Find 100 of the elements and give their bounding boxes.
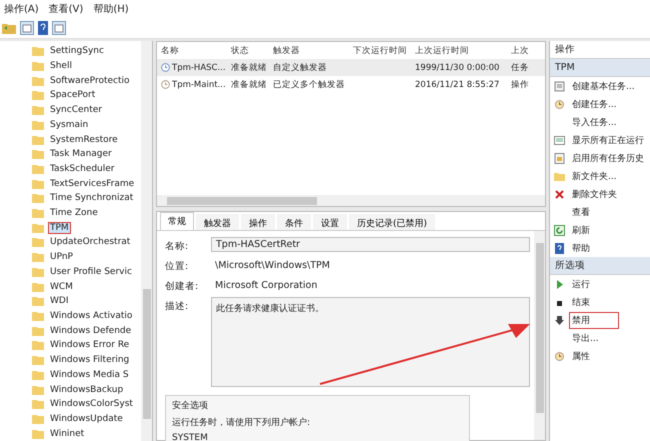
action-item[interactable]: 禁用 [569,312,619,328]
group-title: 安全选项 [172,400,209,412]
tree-item[interactable]: SettingSync [48,45,106,58]
folder-icon [32,120,44,130]
tree-item[interactable]: SoftwareProtectio [48,74,132,87]
tree-item[interactable]: UpdateOrchestrat [48,236,132,248]
table-cell-text: 自定义触发器 [273,62,328,74]
column-header[interactable]: 名称 [161,44,231,56]
scrollbar[interactable] [157,195,545,206]
tree-item[interactable]: TextServicesFrame [48,178,136,190]
tree-item[interactable]: WindowsColorSyst [48,398,135,410]
field-label: 描述: [165,300,190,313]
tree-item[interactable]: User Profile Servic [48,266,134,278]
name-field[interactable]: Tpm-HASCertRetr [211,237,530,252]
scrollbar[interactable] [534,231,545,440]
column-header[interactable]: 触发器 [273,44,353,56]
action-item[interactable]: 导出... [569,330,602,346]
folder-icon [554,170,565,182]
task-row[interactable]: Tpm-HASC... 准备就绪 自定义触发器 1999/11/30 0:00:00 任务 [157,59,545,76]
tree-item[interactable]: SyncCenter [48,104,104,116]
tree-item[interactable]: WindowsBackup [48,384,126,396]
folder-icon [32,61,44,72]
task-row[interactable]: Tpm-Maint... 准备就绪 已定义多个触发器 2016/11/21 8:55:27 操作 [157,76,545,93]
action-item[interactable]: 查看 [569,204,593,220]
tree-item[interactable]: UPnP [48,251,75,264]
menu-item[interactable]: 帮助(H) [93,2,129,16]
tree-item[interactable]: TPM [48,222,71,234]
action-item[interactable]: 运行 [569,276,593,292]
table-cell-text: 1999/11/30 0:00:00 [415,62,500,72]
window-icon[interactable] [20,21,34,35]
column-header[interactable]: 上次 [511,44,541,56]
menu-item[interactable]: 查看(V) [48,2,84,16]
table-cell-text: 2016/11/21 8:55:27 [415,80,500,90]
tab[interactable]: 条件 [277,214,311,230]
tree-item[interactable]: Time Synchronizat [48,192,136,204]
folder-icon[interactable] [2,22,16,34]
tree-item[interactable]: Windows Media S [48,368,131,381]
field-label: 创建者: [165,280,200,293]
clock-icon [161,63,170,72]
action-item[interactable]: 新文件夹... [569,168,620,184]
tab[interactable]: 操作 [241,214,275,230]
action-item[interactable]: 导入任务... [569,114,620,130]
tree-item[interactable]: WDI [48,295,70,308]
document-icon [554,152,565,164]
folder-icon [32,46,44,56]
action-item[interactable]: 帮助 [569,240,593,256]
tree-item[interactable]: Windows Activatio [48,310,134,322]
folder-icon [32,326,44,336]
folder-icon [32,282,44,292]
menu-item[interactable]: 操作(A) [4,2,39,16]
tab[interactable]: 常规 [160,212,194,230]
folder-icon [32,252,44,262]
author-value: Microsoft Corporation [214,279,318,291]
table-cell-text: 操作 [511,78,530,90]
folder-icon [32,311,44,321]
tree-item[interactable]: Shell [48,60,74,72]
tree-item[interactable]: Wininet [48,428,86,440]
description-field[interactable]: 此任务请求健康认证证书。 [211,297,530,387]
folder-icon [32,208,44,218]
refresh-icon [554,224,565,236]
column-header[interactable]: 上次运行时间 [415,44,511,56]
column-header[interactable]: 下次运行时间 [353,44,415,56]
tree-item[interactable]: WindowsUpdate [48,412,125,425]
tree-item[interactable]: Task Manager [48,148,114,160]
action-item[interactable]: 结束 [569,294,593,310]
folder-icon [32,266,44,277]
tree-item[interactable]: WCM [48,280,75,293]
folder-icon [32,76,44,86]
tab[interactable]: 历史记录(已禁用) [349,214,436,230]
action-item[interactable]: 显示所有正在运行 [569,132,647,148]
table-cell-text: 准备就绪 [231,78,268,90]
tree-item[interactable]: Windows Filtering [48,354,132,366]
tree-item[interactable]: SystemRestore [48,134,120,146]
field-label: 名称: [165,240,190,253]
action-item[interactable]: 创建基本任务... [569,78,638,94]
section-header[interactable]: TPM [550,59,650,77]
clock-icon [554,350,565,362]
action-item[interactable]: 刷新 [569,222,593,238]
tree-item[interactable]: TaskScheduler [48,162,116,175]
clock-icon [554,98,565,110]
action-item[interactable]: 创建任务... [569,96,620,112]
tab[interactable]: 设置 [313,214,347,230]
help-icon[interactable] [38,21,48,35]
section-header[interactable]: 所选项 [550,257,650,275]
folder-icon [32,414,44,424]
tree-item[interactable]: Sysmain [48,118,90,131]
tree-item[interactable]: Windows Defende [48,324,134,337]
tab[interactable]: 触发器 [196,214,239,230]
tree-item[interactable]: Windows Error Re [48,339,132,352]
window-icon[interactable] [52,21,66,35]
action-item[interactable]: 删除文件夹 [569,186,620,202]
tree-item[interactable]: Time Zone [48,207,100,220]
tree-item[interactable]: SpacePort [48,89,98,102]
security-text: 运行任务时，请使用下列用户帐户: [172,416,312,429]
column-header[interactable]: 状态 [231,44,273,56]
folder-icon [32,370,44,380]
action-item[interactable]: 启用所有任务历史 [569,150,647,166]
scrollbar[interactable] [141,41,152,441]
table-cell-text: 准备就绪 [231,62,268,74]
action-item[interactable]: 属性 [569,348,593,364]
